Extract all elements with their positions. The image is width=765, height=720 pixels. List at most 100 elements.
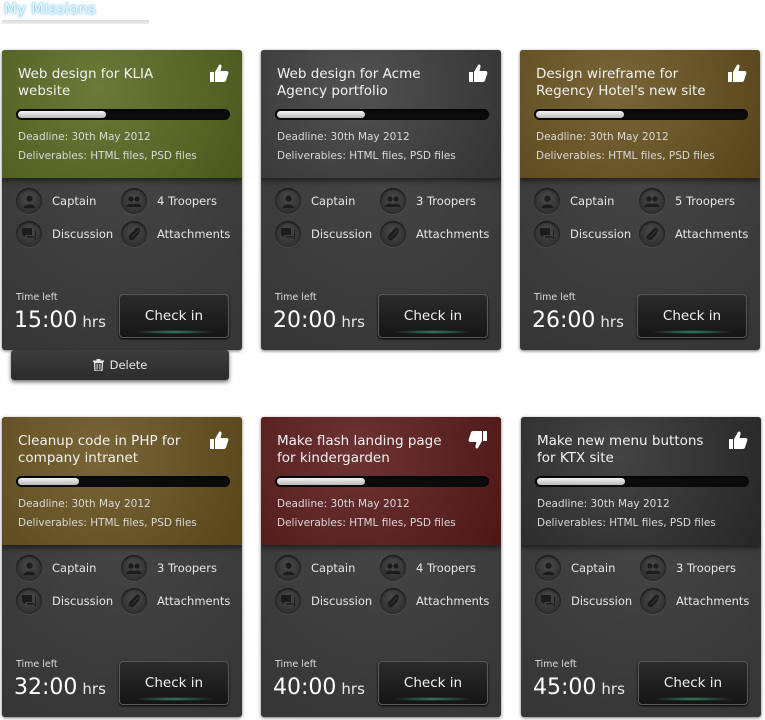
attachments-label: Attachments [416, 594, 490, 608]
troopers-link[interactable]: 4 Troopers [380, 555, 476, 581]
attachments-label: Attachments [157, 594, 231, 608]
time-left-number: 32:00 [14, 675, 78, 700]
mission-title: Make new menu buttons for KTX site [537, 433, 704, 466]
thumbs-up-icon[interactable] [208, 62, 230, 84]
check-in-button[interactable]: Check in [119, 661, 229, 705]
attachments-link[interactable]: Attachments [640, 588, 749, 614]
time-unit: hrs [600, 313, 624, 331]
captain-label: Captain [571, 561, 616, 575]
attachments-label: Attachments [675, 227, 749, 241]
time-left-value: 15:00 hrs [14, 308, 106, 333]
mission-header: Design wireframe for Regency Hotel's new… [520, 50, 760, 178]
captain-link[interactable]: Captain [275, 188, 355, 214]
time-left-value: 26:00 hrs [532, 308, 624, 333]
captain-link[interactable]: Captain [275, 555, 355, 581]
time-left-number: 15:00 [14, 308, 78, 333]
discussion-link[interactable]: Discussion [275, 588, 372, 614]
discussion-label: Discussion [52, 594, 114, 608]
troopers-link[interactable]: 3 Troopers [640, 555, 736, 581]
captain-label: Captain [52, 561, 97, 575]
captain-link[interactable]: Captain [16, 188, 96, 214]
mission-deadline: Deadline: 30th May 2012 [18, 131, 151, 143]
paperclip-icon [380, 588, 406, 614]
mission-header: Make new menu buttons for KTX site Deadl… [521, 417, 761, 545]
progress-fill [536, 111, 624, 118]
check-in-button[interactable]: Check in [119, 294, 229, 338]
discussion-label: Discussion [570, 227, 632, 241]
troopers-label: 5 Troopers [675, 194, 735, 208]
time-unit: hrs [82, 680, 106, 698]
captain-label: Captain [311, 194, 356, 208]
time-unit: hrs [82, 313, 106, 331]
time-left-number: 40:00 [273, 675, 337, 700]
trash-icon [92, 359, 104, 371]
check-in-button[interactable]: Check in [378, 294, 488, 338]
mission-deliverables: Deliverables: HTML files, PSD files [537, 517, 716, 529]
progress-bar [275, 476, 489, 487]
paperclip-icon [380, 221, 406, 247]
title-underline [2, 20, 149, 24]
troopers-link[interactable]: 4 Troopers [121, 188, 217, 214]
mission-deadline: Deadline: 30th May 2012 [277, 131, 410, 143]
mission-deadline: Deadline: 30th May 2012 [277, 498, 410, 510]
check-in-button[interactable]: Check in [638, 661, 748, 705]
thumbs-up-icon[interactable] [726, 62, 748, 84]
progress-fill [537, 478, 625, 485]
attachments-link[interactable]: Attachments [121, 221, 230, 247]
attachments-link[interactable]: Attachments [380, 221, 489, 247]
discussion-link[interactable]: Discussion [534, 221, 631, 247]
time-left-value: 32:00 hrs [14, 675, 106, 700]
attachments-link[interactable]: Attachments [121, 588, 230, 614]
chat-icon [535, 588, 561, 614]
user-icon [535, 555, 561, 581]
captain-link[interactable]: Captain [534, 188, 614, 214]
time-left-label: Time left [16, 659, 58, 670]
troopers-link[interactable]: 5 Troopers [639, 188, 735, 214]
progress-fill [277, 478, 365, 485]
thumbs-up-icon[interactable] [727, 429, 749, 451]
check-in-button[interactable]: Check in [378, 661, 488, 705]
attachments-label: Attachments [416, 227, 490, 241]
chat-icon [534, 221, 560, 247]
troopers-label: 3 Troopers [157, 561, 217, 575]
captain-link[interactable]: Captain [16, 555, 96, 581]
troopers-link[interactable]: 3 Troopers [121, 555, 217, 581]
user-icon [16, 555, 42, 581]
paperclip-icon [121, 221, 147, 247]
thumbs-up-icon[interactable] [208, 429, 230, 451]
attachments-link[interactable]: Attachments [639, 221, 748, 247]
attachments-link[interactable]: Attachments [380, 588, 489, 614]
discussion-label: Discussion [311, 594, 373, 608]
progress-bar [275, 109, 489, 120]
user-icon [275, 555, 301, 581]
user-icon [534, 188, 560, 214]
captain-label: Captain [570, 194, 615, 208]
discussion-link[interactable]: Discussion [275, 221, 372, 247]
discussion-link[interactable]: Discussion [535, 588, 632, 614]
discussion-label: Discussion [52, 227, 114, 241]
paperclip-icon [121, 588, 147, 614]
progress-fill [277, 111, 365, 118]
mission-deadline: Deadline: 30th May 2012 [537, 498, 670, 510]
page-title: My Missions [4, 0, 97, 18]
mission-deliverables: Deliverables: HTML files, PSD files [18, 150, 197, 162]
troopers-label: 3 Troopers [416, 194, 476, 208]
group-icon [380, 188, 406, 214]
progress-fill [18, 111, 106, 118]
progress-bar [16, 476, 230, 487]
discussion-link[interactable]: Discussion [16, 221, 113, 247]
thumbs-up-icon[interactable] [467, 62, 489, 84]
time-left-value: 40:00 hrs [273, 675, 365, 700]
delete-button[interactable]: Delete [11, 350, 229, 380]
captain-link[interactable]: Captain [535, 555, 615, 581]
discussion-label: Discussion [571, 594, 633, 608]
check-in-button[interactable]: Check in [637, 294, 747, 338]
time-left-label: Time left [275, 292, 317, 303]
mission-title: Cleanup code in PHP for company intranet [18, 433, 181, 466]
user-icon [16, 188, 42, 214]
time-left-number: 20:00 [273, 308, 337, 333]
troopers-link[interactable]: 3 Troopers [380, 188, 476, 214]
group-icon [639, 188, 665, 214]
discussion-link[interactable]: Discussion [16, 588, 113, 614]
thumbs-down-icon[interactable] [467, 429, 489, 451]
